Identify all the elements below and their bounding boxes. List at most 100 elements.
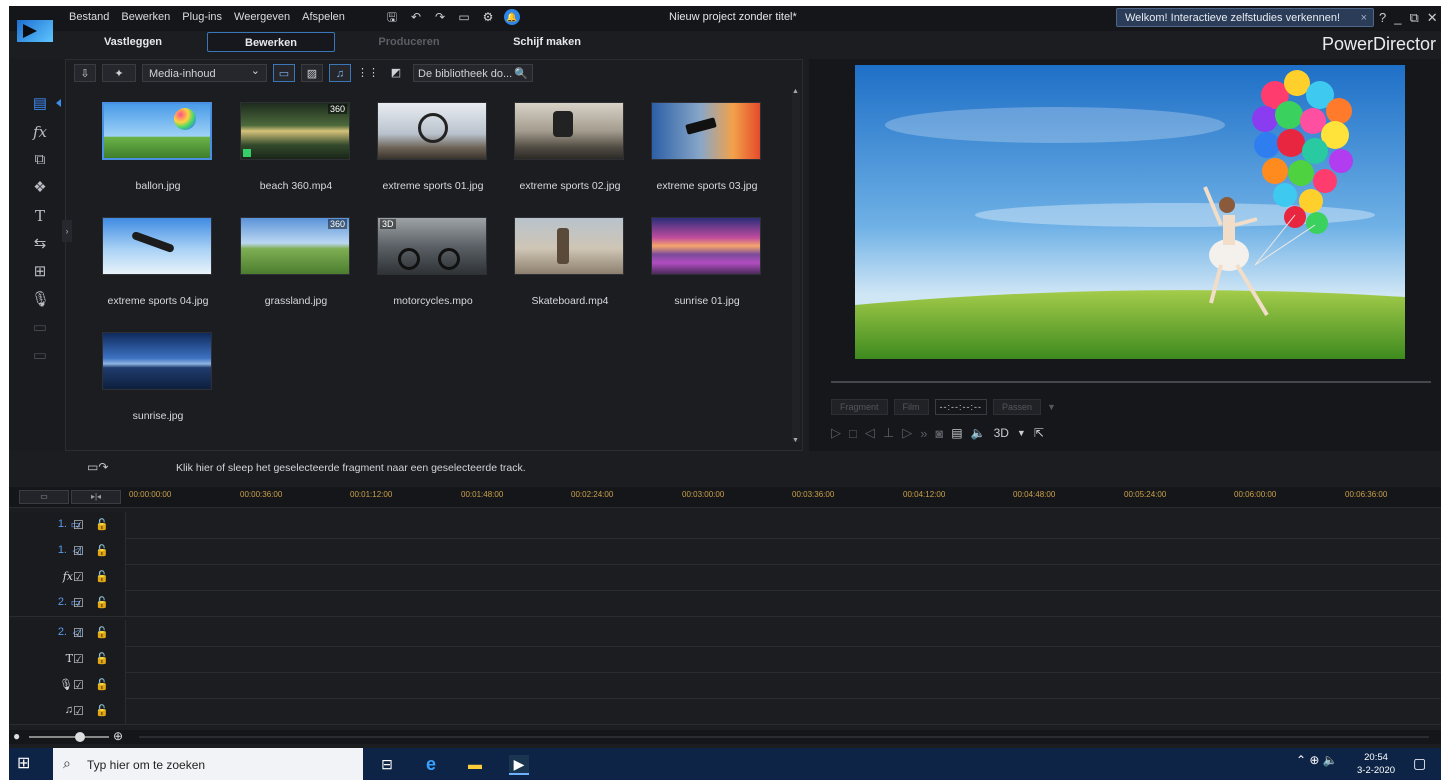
3d-dropdown-arrow-icon[interactable]: ▼ <box>1017 428 1026 438</box>
track-lock-icon[interactable]: 🔓 <box>95 652 109 665</box>
redo-icon[interactable]: ↷ <box>432 9 448 25</box>
notification-bell-icon[interactable]: 🔔 <box>504 9 520 25</box>
media-filter-dropdown[interactable]: Media-inhoud <box>142 62 267 82</box>
play-icon[interactable]: ▷ <box>831 425 841 441</box>
video-filter-icon[interactable]: ▭ <box>273 64 295 82</box>
image-filter-icon[interactable]: ▨ <box>301 64 323 82</box>
previous-frame-icon[interactable]: ◁ <box>865 425 875 441</box>
track-title[interactable]: T ☑ 🔓 <box>9 646 1441 673</box>
system-tray-icons[interactable]: ⌃ ⊕ 🔈 <box>1296 753 1338 767</box>
windows-start-icon[interactable]: ⊞ <box>17 755 35 773</box>
track-voice[interactable]: 🎙 ☑ 🔓 <box>9 672 1441 699</box>
timecode-display[interactable]: --:--:--:-- <box>934 399 987 415</box>
timeline-ruler[interactable]: ▭ ▸|◂ 00:00:00:00 00:00:36:00 00:01:12:0… <box>9 487 1441 508</box>
track-lock-icon[interactable]: 🔓 <box>95 704 109 717</box>
track-audio-1[interactable]: 1. ◁ ☑ 🔓 <box>9 538 1441 565</box>
track-enable-checkbox[interactable]: ☑ <box>73 544 84 558</box>
zoom-slider-handle[interactable] <box>75 732 85 742</box>
film-mode-button[interactable]: Film <box>893 399 929 415</box>
fit-dropdown[interactable]: Passen <box>993 399 1042 415</box>
tab-bewerken[interactable]: Bewerken <box>207 32 335 52</box>
track-enable-checkbox[interactable]: ☑ <box>73 652 84 666</box>
menu-bewerken[interactable]: Bewerken <box>121 11 170 23</box>
transition-room-icon[interactable]: ⇆ <box>31 235 49 253</box>
track-video-1[interactable]: 1. ▭ ☑ 🔓 <box>9 512 1441 539</box>
track-lock-icon[interactable]: 🔓 <box>95 678 109 691</box>
windows-taskbar: ⊞ ⌕ Typ hier om te zoeken ⊟ e ▬ ▶ ⌃ ⊕ 🔈 … <box>9 748 1441 780</box>
voiceover-room-icon[interactable]: 🎙 <box>31 291 50 309</box>
track-video-2[interactable]: 2. ▭ ☑ 🔓 <box>9 590 1441 617</box>
track-enable-checkbox[interactable]: ☑ <box>73 518 84 532</box>
taskbar-clock[interactable]: 20:54 3-2-2020 <box>1357 751 1395 777</box>
title-room-icon[interactable]: T <box>31 207 49 225</box>
next-frame-icon[interactable]: ▷ <box>902 425 912 441</box>
split-icon[interactable]: ⊥ <box>883 425 894 441</box>
track-enable-checkbox[interactable]: ☑ <box>73 570 84 584</box>
settings-gear-icon[interactable]: ⚙ <box>480 9 496 25</box>
taskbar-search-box[interactable]: ⌕ Typ hier om te zoeken <box>53 748 363 780</box>
undock-preview-icon[interactable]: ⇱ <box>1034 426 1044 440</box>
track-lock-icon[interactable]: 🔓 <box>95 544 109 557</box>
audio-filter-icon[interactable]: ♫ <box>329 64 351 82</box>
expand-panel-icon[interactable]: › <box>62 220 72 242</box>
library-menu-icon[interactable]: ◩ <box>385 64 407 82</box>
zoom-slider[interactable] <box>29 736 109 738</box>
menu-plugins[interactable]: Plug-ins <box>182 11 222 23</box>
snapshot-icon[interactable]: ◙ <box>935 426 943 441</box>
track-audio-2[interactable]: 2. ◁ ☑ 🔓 <box>9 620 1441 647</box>
fast-forward-icon[interactable]: » <box>920 426 927 441</box>
track-manager-icon[interactable]: ▭ <box>19 490 69 504</box>
fragment-mode-button[interactable]: Fragment <box>831 399 888 415</box>
track-enable-checkbox[interactable]: ☑ <box>73 678 84 692</box>
welcome-banner[interactable]: Welkom! Interactieve zelfstudies verkenn… <box>1116 8 1374 27</box>
library-scrollbar[interactable] <box>792 88 800 444</box>
track-enable-checkbox[interactable]: ☑ <box>73 626 84 640</box>
menu-bestand[interactable]: Bestand <box>69 11 109 23</box>
storyboard-toggle-icon[interactable]: ▭↷ <box>87 460 108 474</box>
zoom-out-icon[interactable]: ● <box>13 729 20 743</box>
track-music[interactable]: ♫ ☑ 🔓 <box>9 698 1441 725</box>
menu-afspelen[interactable]: Afspelen <box>302 11 345 23</box>
save-icon[interactable]: 🖫 <box>384 9 400 25</box>
pip-room-icon[interactable]: ⧉ <box>31 151 49 169</box>
welcome-close-icon[interactable]: × <box>1361 9 1367 28</box>
library-search-input[interactable]: De bibliotheek do... 🔍 <box>413 64 533 82</box>
track-lock-icon[interactable]: 🔓 <box>95 626 109 639</box>
3d-toggle[interactable]: 3D <box>994 426 1009 440</box>
track-lock-icon[interactable]: 🔓 <box>95 518 109 531</box>
view-mode-icon[interactable]: ⋮⋮ <box>357 64 379 82</box>
file-explorer-icon[interactable]: ▬ <box>465 755 485 773</box>
tab-vastleggen[interactable]: Vastleggen <box>69 32 197 52</box>
volume-icon[interactable]: 🔈 <box>971 426 986 440</box>
audio-mixing-room-icon[interactable]: ⊞ <box>31 263 49 281</box>
import-media-button[interactable]: ⇩ <box>74 64 96 82</box>
timeline-horizontal-scrollbar[interactable] <box>139 736 1429 738</box>
zoom-in-icon[interactable]: ⊕ <box>113 729 123 743</box>
media-room-icon[interactable]: ▤ <box>31 95 49 113</box>
task-view-icon[interactable]: ⊟ <box>377 755 397 773</box>
aspect-ratio-icon[interactable]: ▭ <box>456 9 472 25</box>
preview-seekbar[interactable] <box>831 381 1431 383</box>
minimize-button[interactable]: _ <box>1394 10 1401 26</box>
track-enable-checkbox[interactable]: ☑ <box>73 704 84 718</box>
stop-icon[interactable]: □ <box>849 426 857 441</box>
restore-button[interactable]: ⧉ <box>1409 10 1418 26</box>
track-enable-checkbox[interactable]: ☑ <box>73 596 84 610</box>
powerdirector-taskbar-icon[interactable]: ▶ <box>509 755 529 775</box>
track-lock-icon[interactable]: 🔓 <box>95 570 109 583</box>
tab-schijf-maken[interactable]: Schijf maken <box>483 32 611 52</box>
close-button[interactable]: ✕ <box>1427 10 1438 26</box>
menu-weergeven[interactable]: Weergeven <box>234 11 290 23</box>
edge-browser-icon[interactable]: e <box>421 755 441 773</box>
plugins-button[interactable]: ✦ <box>102 64 136 82</box>
fit-timeline-icon[interactable]: ▸|◂ <box>71 490 121 504</box>
track-fx[interactable]: fx ☑ 🔓 <box>9 564 1441 591</box>
track-header: 1. ▭ ☑ 🔓 <box>9 512 126 538</box>
undo-icon[interactable]: ↶ <box>408 9 424 25</box>
particle-room-icon[interactable]: ❖ <box>31 179 49 197</box>
help-button[interactable]: ? <box>1379 10 1386 26</box>
track-lock-icon[interactable]: 🔓 <box>95 596 109 609</box>
fx-room-icon[interactable]: fx <box>31 123 49 141</box>
subtitle-icon[interactable]: ▤ <box>951 426 962 440</box>
action-center-icon[interactable]: ▢ <box>1413 755 1426 772</box>
